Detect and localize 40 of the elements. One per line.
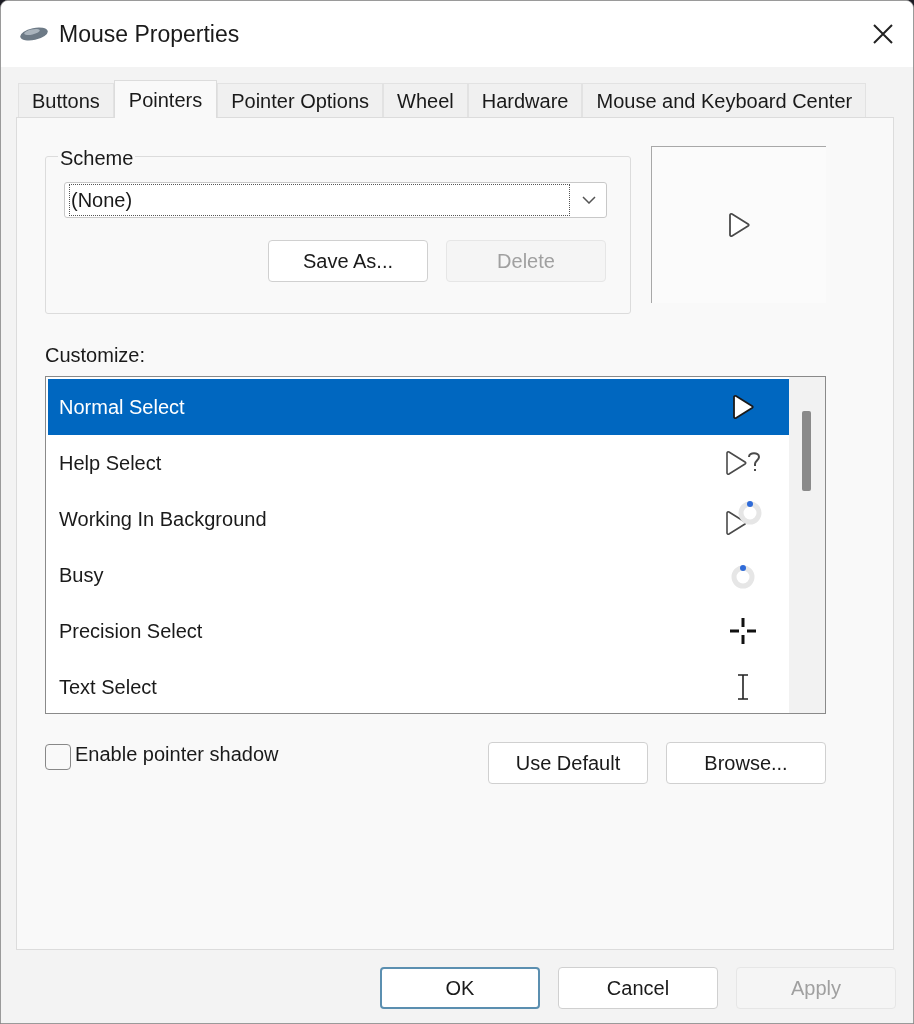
dropdown-value: (None) (69, 184, 570, 216)
mouse-icon (19, 26, 49, 42)
item-label: Working In Background (59, 507, 268, 532)
list-label: Customize: (45, 343, 146, 368)
working-pointer-icon (724, 501, 762, 537)
scheme-dropdown[interactable]: (None) (64, 182, 607, 218)
dialog-button[interactable]: Cancel (558, 967, 718, 1009)
scrollbar[interactable] (789, 377, 825, 713)
item-label: Normal Select (59, 395, 186, 420)
help-pointer-icon (724, 449, 762, 477)
dialog-button[interactable]: Browse... (666, 742, 826, 784)
list-item[interactable]: Normal Select (48, 379, 789, 435)
tab[interactable]: Pointer Options (217, 83, 384, 117)
tab[interactable]: Pointers (113, 80, 218, 118)
window-title: Mouse Properties (59, 19, 240, 49)
tab[interactable]: Hardware (467, 83, 583, 117)
crosshair-icon (728, 616, 758, 646)
list-item[interactable]: Working In Background (48, 491, 789, 547)
chevron-down-icon (582, 196, 596, 204)
scrollbar-thumb[interactable] (802, 411, 811, 491)
dialog-button[interactable]: Save As... (268, 240, 428, 282)
list-item[interactable]: Busy (48, 547, 789, 603)
tab[interactable]: Buttons (18, 83, 114, 117)
text-cursor-icon (736, 673, 750, 701)
item-label: Text Select (59, 675, 158, 700)
checkbox-label[interactable]: Enable pointer shadow (75, 739, 279, 769)
list-item[interactable]: Text Select (48, 659, 789, 713)
dialog-button[interactable]: OK (380, 967, 540, 1009)
dialog-button[interactable]: Use Default (488, 742, 648, 784)
list-item[interactable]: Precision Select (48, 603, 789, 659)
checkbox[interactable] (45, 744, 71, 770)
close-icon[interactable] (873, 24, 893, 44)
tab[interactable]: Mouse and Keyboard Center (582, 83, 867, 117)
item-label: Precision Select (59, 619, 204, 644)
arrow-pointer-icon (731, 394, 755, 420)
item-label: Help Select (59, 451, 163, 476)
item-label: Busy (59, 563, 105, 588)
arrow-pointer-icon (727, 212, 751, 238)
list-item[interactable]: Help Select (48, 435, 789, 491)
tab[interactable]: Wheel (383, 83, 468, 117)
